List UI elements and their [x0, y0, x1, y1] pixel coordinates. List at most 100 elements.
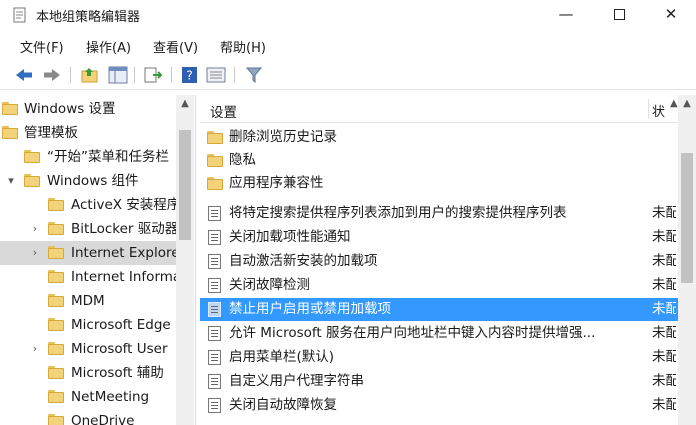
- list-scrollbar[interactable]: ▲: [678, 95, 696, 425]
- state-value: 未配置: [652, 205, 676, 221]
- policy-setting-icon: [208, 278, 221, 293]
- list-item-folder[interactable]: 隐私: [200, 149, 678, 172]
- chevron-down-icon[interactable]: ▾: [6, 169, 16, 193]
- state-value: 未配置: [652, 301, 676, 317]
- folder-icon: [2, 102, 18, 115]
- toolbar-separator: [171, 67, 172, 83]
- policy-setting-icon: [208, 326, 221, 341]
- toolbar: ?: [0, 60, 696, 90]
- tree-item-admin-templates[interactable]: 管理模板: [0, 121, 176, 145]
- list-item-policy[interactable]: 自动激活新安装的加载项 未配置: [200, 250, 678, 273]
- chevron-right-icon[interactable]: ›: [30, 241, 40, 265]
- menu-view[interactable]: 查看(V): [153, 37, 198, 56]
- chevron-right-icon[interactable]: ›: [30, 337, 40, 361]
- back-arrow-icon[interactable]: [14, 66, 34, 84]
- tree-item-start-menu-taskbar[interactable]: “开始”菜单和任务栏: [0, 145, 176, 169]
- minimize-button[interactable]: —: [543, 0, 589, 30]
- list-item-policy[interactable]: 关闭故障检测 未配置: [200, 274, 678, 297]
- list-header: 设置 状 ▲: [200, 95, 696, 123]
- folder-icon: [48, 294, 64, 307]
- tree-scrollbar[interactable]: ▲: [176, 95, 194, 425]
- chevron-right-icon[interactable]: ›: [30, 217, 40, 241]
- svg-text:?: ?: [186, 69, 192, 83]
- folder-icon: [207, 131, 223, 144]
- state-value: 未配置: [652, 277, 676, 293]
- state-value: 未配置: [652, 229, 676, 245]
- close-button[interactable]: ✕: [648, 0, 694, 30]
- tree-item-microsoft-user[interactable]: › Microsoft User: [0, 337, 176, 361]
- list-item-policy[interactable]: 关闭自动故障恢复 未配置: [200, 394, 678, 417]
- tree-item-netmeeting[interactable]: NetMeeting: [0, 385, 176, 409]
- scroll-up-arrow-icon[interactable]: ▲: [681, 99, 693, 109]
- policy-setting-icon: [208, 302, 221, 317]
- state-value: 未配置: [652, 373, 676, 389]
- policy-setting-icon: [208, 374, 221, 389]
- help-icon[interactable]: ?: [180, 66, 200, 84]
- list-item-policy[interactable]: 将特定搜索提供程序列表添加到用户的搜索提供程序列表 未配置: [200, 202, 678, 225]
- maximize-button[interactable]: [596, 0, 642, 30]
- folder-icon: [48, 198, 64, 211]
- tree-item-onedrive[interactable]: OneDrive: [0, 409, 176, 425]
- policy-setting-icon: [208, 230, 221, 245]
- menu-action[interactable]: 操作(A): [86, 37, 131, 56]
- filter-icon[interactable]: [244, 66, 264, 84]
- column-header-state[interactable]: 状: [652, 101, 665, 120]
- folder-icon: [207, 154, 223, 167]
- tree-item-windows-components[interactable]: ▾ Windows 组件: [0, 169, 176, 193]
- forward-arrow-icon[interactable]: [42, 66, 62, 84]
- folder-icon: [2, 126, 18, 139]
- sort-up-arrow-icon: ▲: [670, 98, 678, 109]
- folder-icon: [207, 177, 223, 190]
- policy-setting-icon: [208, 350, 221, 365]
- list-item-policy[interactable]: 启用菜单栏(默认) 未配置: [200, 346, 678, 369]
- title-bar: 本地组策略编辑器 — ✕: [0, 0, 696, 30]
- folder-icon: [48, 270, 64, 283]
- folder-icon: [24, 174, 40, 187]
- properties-icon[interactable]: [206, 66, 226, 84]
- folder-icon: [48, 390, 64, 403]
- column-header-setting[interactable]: 设置: [210, 101, 237, 121]
- toolbar-separator: [70, 67, 71, 83]
- folder-icon: [24, 150, 40, 163]
- list-item-folder[interactable]: 应用程序兼容性: [200, 172, 678, 195]
- folder-icon: [48, 414, 64, 425]
- folder-icon: [48, 222, 64, 235]
- tree-item-bitlocker[interactable]: › BitLocker 驱动器: [0, 217, 176, 241]
- menu-bar: 文件(F) 操作(A) 查看(V) 帮助(H): [0, 32, 696, 58]
- tree-item-mdm[interactable]: MDM: [0, 289, 176, 313]
- scroll-up-arrow-icon[interactable]: ▲: [179, 99, 191, 109]
- policy-setting-icon: [208, 254, 221, 269]
- show-hide-tree-icon[interactable]: [108, 66, 128, 84]
- maximize-icon: [613, 9, 625, 20]
- list-item-policy[interactable]: 允许 Microsoft 服务在用户向地址栏中键入内容时提供增强... 未配置: [200, 322, 678, 345]
- state-value: 未配置: [652, 253, 676, 269]
- column-divider[interactable]: [648, 99, 649, 119]
- list-scrollbar-thumb[interactable]: [681, 153, 693, 283]
- state-value: 未配置: [652, 397, 676, 413]
- list-item-policy[interactable]: 关闭加载项性能通知 未配置: [200, 226, 678, 249]
- folder-icon: [48, 366, 64, 379]
- tree-item-internet-explorer[interactable]: › Internet Explorer: [0, 241, 176, 265]
- settings-list-pane: 设置 状 ▲ 删除浏览历史记录 隐私 应用程序兼容性 将特定搜索提供程序列表添加…: [200, 95, 696, 425]
- policy-editor-app-icon: [13, 7, 26, 23]
- menu-help[interactable]: 帮助(H): [220, 37, 266, 56]
- toolbar-separator: [234, 67, 235, 83]
- tree-pane: Windows 设置 管理模板 “开始”菜单和任务栏 ▾ Windows 组件 …: [0, 95, 196, 425]
- folder-icon: [48, 318, 64, 331]
- export-list-icon[interactable]: [143, 66, 163, 84]
- state-value: 未配置: [652, 349, 676, 365]
- tree-item-windows-settings[interactable]: Windows 设置: [0, 97, 176, 121]
- tree-item-microsoft-edge[interactable]: Microsoft Edge: [0, 313, 176, 337]
- toolbar-separator: [134, 67, 135, 83]
- list-item-policy[interactable]: 自定义用户代理字符串 未配置: [200, 370, 678, 393]
- list-item-folder[interactable]: 删除浏览历史记录: [200, 126, 678, 149]
- tree-scrollbar-thumb[interactable]: [179, 130, 191, 240]
- list-item-policy-selected[interactable]: 禁止用户启用或禁用加载项 未配置: [200, 298, 678, 321]
- state-value: 未配置: [652, 325, 676, 341]
- tree-item-activex[interactable]: ActiveX 安装程序: [0, 193, 176, 217]
- folder-icon: [48, 342, 64, 355]
- tree-item-internet-information[interactable]: Internet Information: [0, 265, 176, 289]
- menu-file[interactable]: 文件(F): [20, 37, 64, 56]
- tree-item-microsoft-assist[interactable]: Microsoft 辅助: [0, 361, 176, 385]
- up-folder-icon[interactable]: [80, 66, 100, 84]
